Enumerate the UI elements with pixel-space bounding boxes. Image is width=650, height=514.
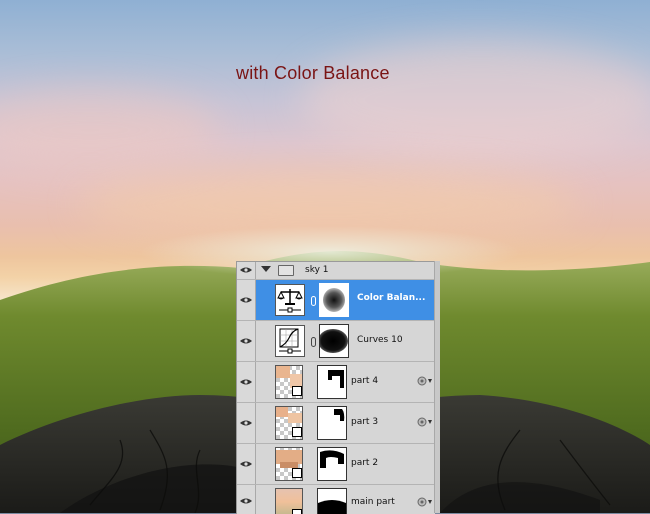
clipping-arrow-icon (292, 468, 302, 478)
layer-thumbnail (275, 406, 303, 440)
layer-mask-thumbnail[interactable] (317, 406, 347, 440)
eye-icon (240, 297, 252, 303)
eye-icon (240, 267, 252, 273)
layer-mask-thumbnail[interactable] (319, 324, 349, 358)
layer-mask-thumbnail[interactable] (319, 283, 349, 317)
visibility-toggle[interactable] (237, 444, 256, 484)
eye-icon (240, 338, 252, 344)
curves-graph-icon (275, 325, 305, 357)
layer-row-part-2[interactable]: part 2 (237, 444, 435, 485)
layer-name: Color Balan... (357, 293, 426, 303)
clipping-arrow-icon (292, 509, 302, 514)
visibility-toggle[interactable] (237, 403, 256, 443)
layer-row-part-3[interactable]: part 3 (237, 403, 435, 444)
layer-thumbnail (275, 488, 303, 514)
layer-name: part 3 (351, 417, 379, 427)
layer-group-sky-1[interactable]: sky 1 (237, 262, 435, 280)
layers-panel: sky 1 Color Balan... Curves 10 part 4 pa… (236, 261, 435, 514)
eye-icon (240, 379, 252, 385)
layer-row-color-balance[interactable]: Color Balan... (237, 280, 435, 321)
layer-mask-thumbnail[interactable] (317, 488, 347, 514)
layer-row-main-part[interactable]: main part (237, 485, 435, 514)
fx-icon[interactable] (417, 497, 433, 507)
layer-mask-thumbnail[interactable] (317, 365, 347, 399)
chain-link-icon[interactable] (311, 296, 316, 306)
visibility-toggle[interactable] (237, 280, 256, 320)
tutorial-caption: with Color Balance (236, 63, 390, 83)
layer-name: Curves 10 (357, 335, 403, 345)
layer-name: sky 1 (305, 265, 329, 275)
layer-name: main part (351, 497, 395, 507)
folder-icon (278, 265, 294, 276)
chain-link-icon[interactable] (311, 337, 316, 347)
fx-icon[interactable] (417, 417, 433, 427)
visibility-toggle[interactable] (237, 321, 256, 361)
eye-icon (240, 498, 252, 504)
visibility-toggle[interactable] (237, 485, 256, 514)
clipping-arrow-icon (292, 427, 302, 437)
visibility-toggle[interactable] (237, 262, 256, 279)
eye-icon (240, 420, 252, 426)
fx-icon[interactable] (417, 376, 433, 386)
layer-row-curves-10[interactable]: Curves 10 (237, 321, 435, 362)
scales-icon (275, 284, 305, 316)
visibility-toggle[interactable] (237, 362, 256, 402)
layer-row-part-4[interactable]: part 4 (237, 362, 435, 403)
group-expand-chevron-icon[interactable] (261, 266, 271, 272)
layer-name: part 4 (351, 376, 379, 386)
layer-name: part 2 (351, 458, 379, 468)
layer-thumbnail (275, 447, 303, 481)
layer-mask-thumbnail[interactable] (317, 447, 347, 481)
eye-icon (240, 461, 252, 467)
clipping-arrow-icon (292, 386, 302, 396)
layers-panel-scrollbar[interactable] (434, 261, 440, 513)
layer-thumbnail (275, 365, 303, 399)
